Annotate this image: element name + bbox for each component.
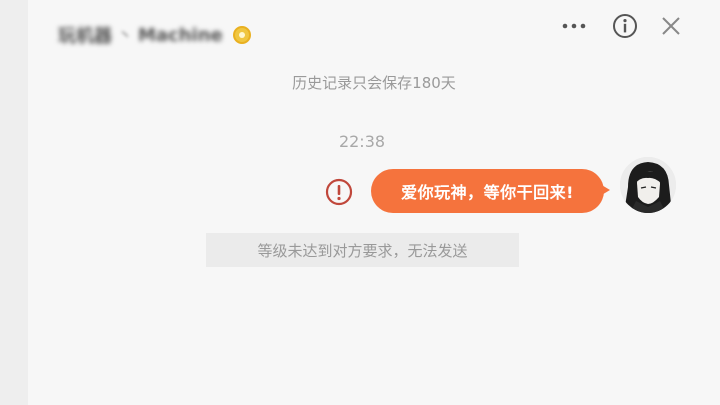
history-retention-note: 历史记录只会保存180天 xyxy=(292,74,456,92)
contact-name-prefix: 玩机器 xyxy=(58,26,112,47)
alert-circle-icon xyxy=(325,178,353,206)
bubble-tail xyxy=(600,184,610,196)
resend-error-button[interactable] xyxy=(324,177,354,207)
contact-name-separator: 丶 xyxy=(118,28,132,44)
more-options-button[interactable] xyxy=(560,12,588,40)
info-icon xyxy=(613,14,637,38)
close-button[interactable] xyxy=(657,12,685,40)
close-icon xyxy=(662,17,680,35)
chat-window: 玩机器 丶 Machine 历史记录只会保存180天 22:38 爱你玩神，等你… xyxy=(28,0,720,405)
vip-badge-icon xyxy=(232,26,251,44)
left-panel-edge xyxy=(0,0,28,405)
system-notice: 等级未达到对方要求，无法发送 xyxy=(206,233,519,267)
message-timestamp: 22:38 xyxy=(338,132,386,151)
contact-title[interactable]: 玩机器 丶 Machine xyxy=(58,22,251,48)
send-failed-reason: 等级未达到对方要求，无法发送 xyxy=(257,241,468,260)
avatar-image xyxy=(620,157,676,213)
more-dots-icon xyxy=(562,23,586,29)
contact-name: Machine xyxy=(138,24,223,46)
info-button[interactable] xyxy=(611,12,639,40)
user-avatar[interactable] xyxy=(620,157,676,213)
chat-header: 玩机器 丶 Machine xyxy=(28,0,720,62)
message-text: 爱你玩神，等你干回来! xyxy=(401,183,574,202)
sent-message-bubble[interactable]: 爱你玩神，等你干回来! xyxy=(371,169,604,213)
